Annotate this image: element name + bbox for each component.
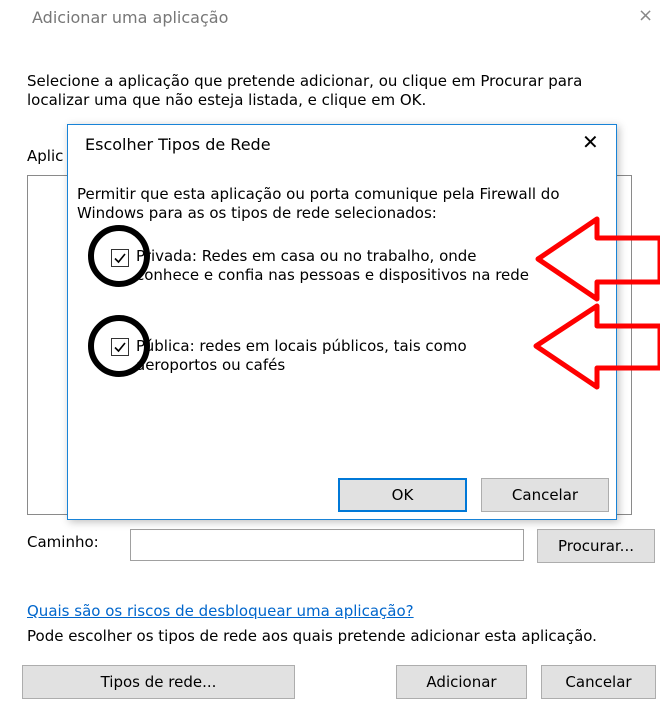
private-label: Privada: Redes em casa ou no trabalho, o… xyxy=(136,247,530,284)
checkmark-icon xyxy=(114,342,126,353)
window-title: Adicionar uma aplicação xyxy=(32,8,229,27)
path-label: Caminho: xyxy=(27,533,99,551)
dialog-cancel-button[interactable]: Cancelar xyxy=(481,478,609,512)
network-types-dialog: Escolher Tipos de Rede ✕ Permitir que es… xyxy=(67,124,617,520)
browse-button[interactable]: Procurar... xyxy=(537,529,655,563)
applications-label: Aplic xyxy=(27,147,64,165)
public-label: Pública: redes em locais públicos, tais … xyxy=(136,337,467,374)
dialog-title: Escolher Tipos de Rede xyxy=(85,135,271,154)
footer-text: Pode escolher os tipos de rede aos quais… xyxy=(27,627,597,645)
checkmark-icon xyxy=(114,253,126,264)
cancel-button[interactable]: Cancelar xyxy=(541,665,656,699)
risks-link[interactable]: Quais são os riscos de desbloquear uma a… xyxy=(27,602,414,620)
ok-button[interactable]: OK xyxy=(338,478,467,512)
private-checkbox[interactable] xyxy=(111,249,129,267)
path-input[interactable] xyxy=(130,529,524,561)
add-button[interactable]: Adicionar xyxy=(396,665,527,699)
public-checkbox[interactable] xyxy=(111,338,129,356)
network-types-button[interactable]: Tipos de rede... xyxy=(22,665,295,699)
dialog-close-icon[interactable]: ✕ xyxy=(582,131,599,153)
intro-text: Selecione a aplicação que pretende adici… xyxy=(27,72,583,109)
dialog-description: Permitir que esta aplicação ou porta com… xyxy=(77,185,560,222)
close-icon[interactable]: × xyxy=(638,6,653,26)
